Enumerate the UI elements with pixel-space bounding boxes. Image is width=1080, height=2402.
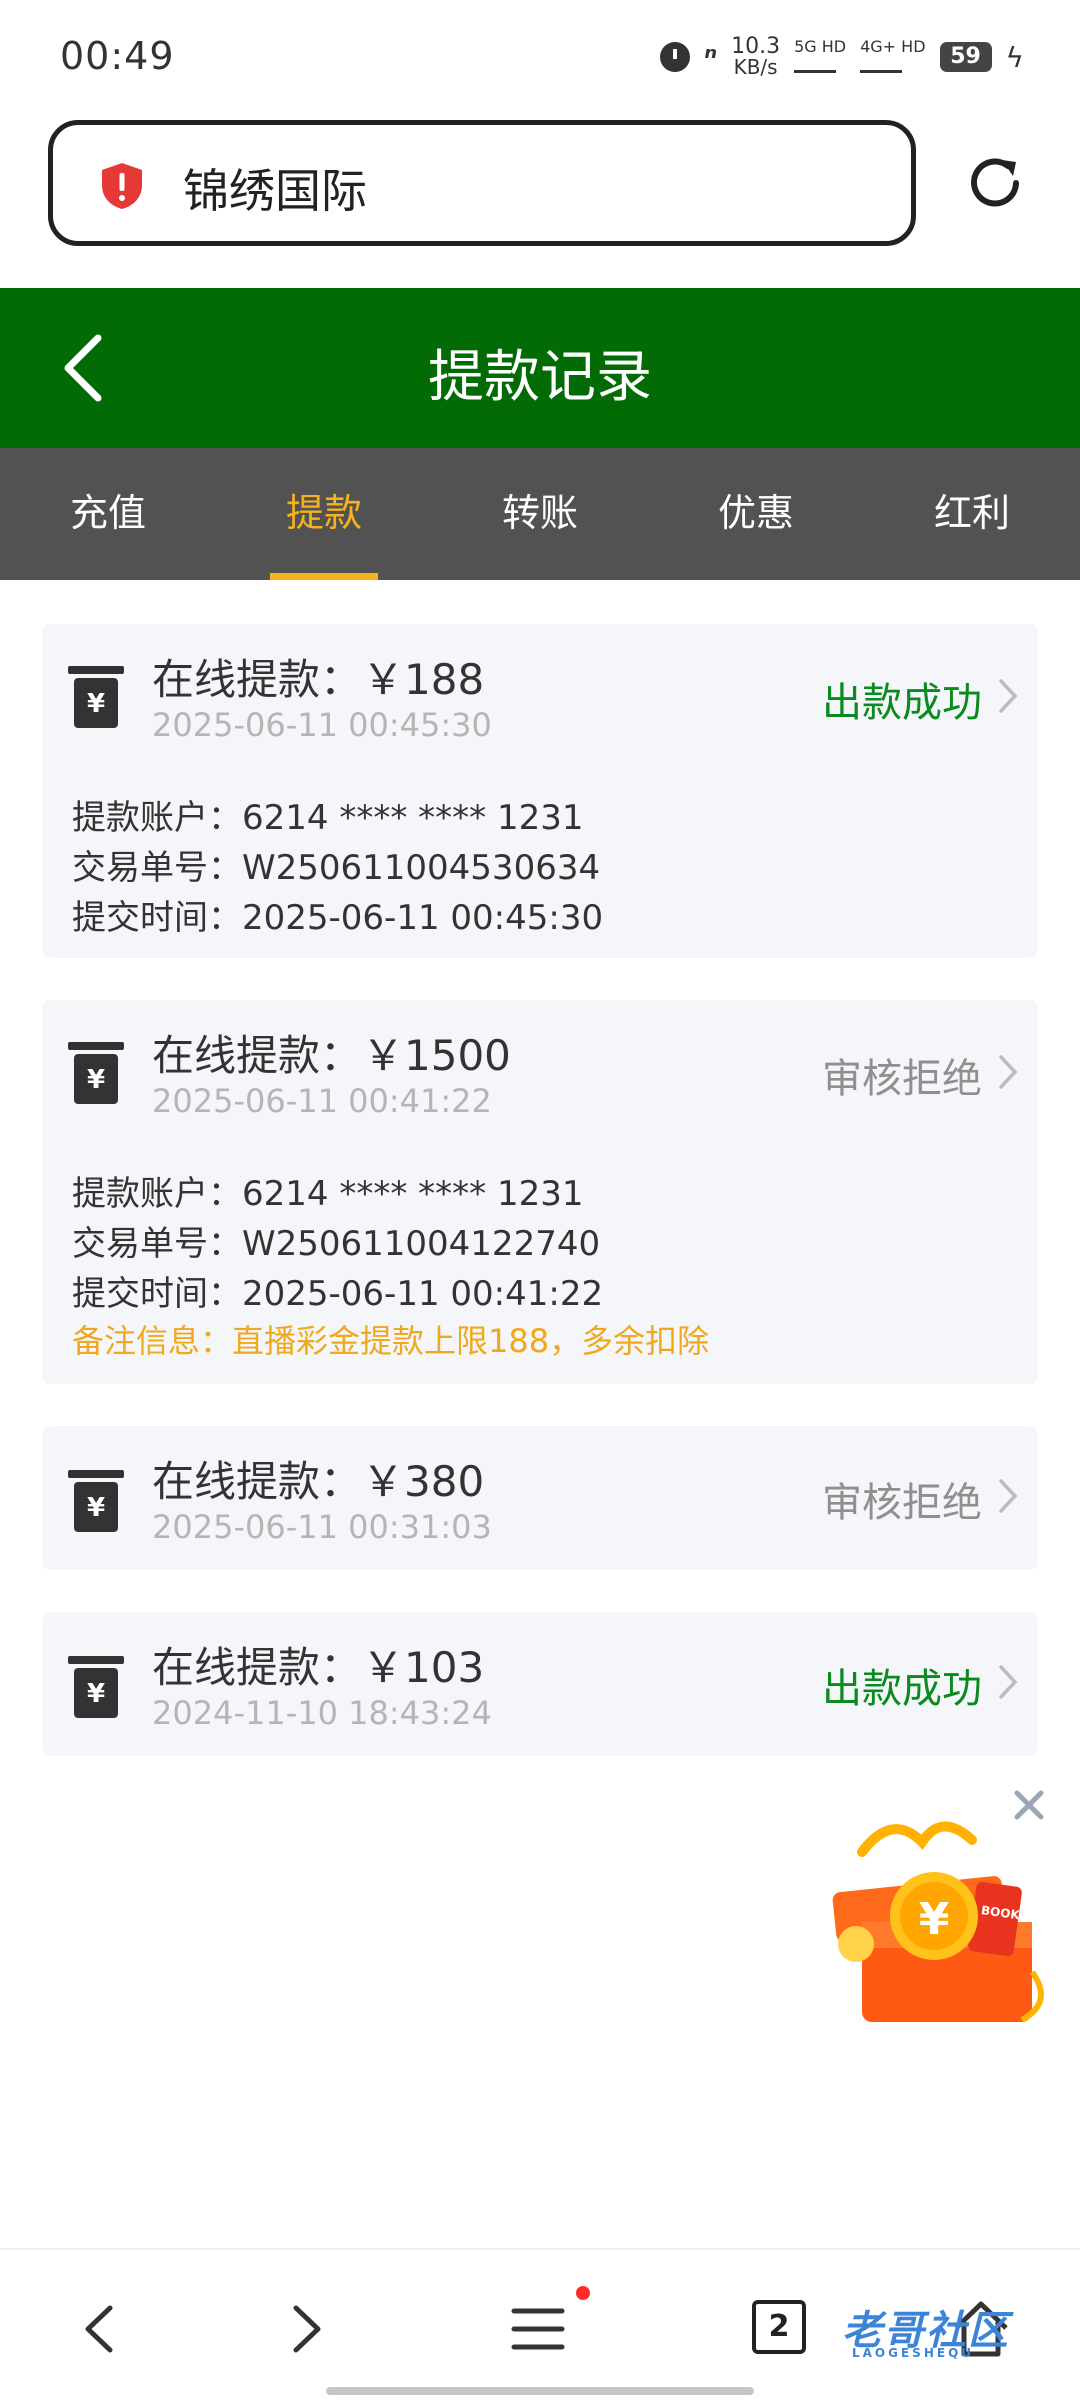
atm-withdraw-icon: ¥ — [68, 666, 124, 728]
record-date: 2025-06-11 00:31:03 — [152, 1508, 492, 1546]
page-header: 提款记录 — [0, 288, 1080, 448]
watermark-subtext: LAOGESHEQU — [852, 2346, 975, 2360]
tab-recharge[interactable]: 充值 — [0, 448, 216, 580]
back-icon[interactable] — [66, 2294, 136, 2364]
record-submit-time: 提交时间：2025-06-11 00:45:30 — [72, 898, 604, 938]
atm-withdraw-icon: ¥ — [68, 1042, 124, 1104]
atm-withdraw-icon: ¥ — [68, 1656, 124, 1718]
chevron-right-icon — [999, 1665, 1018, 1699]
svg-text:¥: ¥ — [87, 1679, 105, 1709]
tab-withdraw[interactable]: 提款 — [216, 448, 432, 580]
browser-bottom-bar: 2 老哥社区 LAOGESHEQU — [0, 2248, 1080, 2402]
record-date: 2025-06-11 00:41:22 — [152, 1082, 492, 1120]
chevron-right-icon — [999, 679, 1018, 713]
signal-bars-icon — [794, 56, 837, 73]
record-title: 在线提款：￥103 — [152, 1643, 485, 1692]
record-order-no: 交易单号：W250611004530634 — [72, 848, 601, 888]
record-status: 出款成功 — [822, 680, 982, 726]
forward-icon[interactable] — [270, 2294, 340, 2364]
withdraw-record[interactable]: ¥ 在线提款：￥1500 2025-06-11 00:41:22 审核拒绝 提款… — [42, 1000, 1038, 1384]
record-status: 审核拒绝 — [822, 1480, 982, 1526]
site-name: 锦绣国际 — [183, 164, 367, 218]
signal-5g: 5G HD — [794, 36, 847, 77]
withdraw-record[interactable]: ¥ 在线提款：￥103 2024-11-10 18:43:24 出款成功 — [42, 1612, 1038, 1756]
record-status: 出款成功 — [822, 1666, 982, 1712]
notification-dot — [576, 2286, 590, 2300]
page-title: 提款记录 — [428, 345, 652, 410]
record-title: 在线提款：￥380 — [152, 1457, 485, 1506]
battery-icon: 59 — [939, 42, 992, 72]
menu-icon[interactable] — [504, 2294, 574, 2364]
chevron-right-icon — [999, 1479, 1018, 1513]
nfc-icon: ⁿ — [704, 40, 718, 74]
signal-bars-icon — [860, 56, 903, 73]
status-time: 00:49 — [60, 34, 175, 78]
tab-bonus[interactable]: 红利 — [864, 448, 1080, 580]
watermark-logo: 老哥社区 LAOGESHEQU — [842, 2298, 1010, 2360]
signal-5g-label: 5G HD — [794, 36, 847, 56]
reload-icon[interactable] — [964, 152, 1026, 214]
svg-text:¥: ¥ — [87, 1065, 105, 1095]
signal-4g-label: 4G+ HD — [860, 36, 926, 56]
svg-text:¥: ¥ — [87, 689, 105, 719]
alarm-icon — [660, 42, 691, 72]
gift-box-promo[interactable]: BOOK ¥ — [822, 1812, 1058, 2032]
record-date: 2024-11-10 18:43:24 — [152, 1694, 492, 1732]
home-indicator[interactable] — [326, 2387, 754, 2395]
svg-text:¥: ¥ — [919, 1894, 950, 1945]
record-note: 备注信息：直播彩金提款上限188，多余扣除 — [72, 1322, 710, 1360]
withdraw-record[interactable]: ¥ 在线提款：￥380 2025-06-11 00:31:03 审核拒绝 — [42, 1426, 1038, 1570]
svg-text:¥: ¥ — [87, 1493, 105, 1523]
record-account: 提款账户：6214 **** **** 1231 — [72, 798, 584, 838]
network-speed-value: 10.3 — [731, 34, 781, 59]
security-shield-icon — [102, 163, 142, 209]
charging-icon: ϟ — [1005, 40, 1024, 74]
tab-promotions[interactable]: 优惠 — [648, 448, 864, 580]
network-speed: 10.3 KB/s — [731, 34, 781, 79]
status-bar: 00:49 ⁿ 10.3 KB/s 5G HD 4G+ HD 59 ϟ — [0, 0, 1080, 110]
tab-transfer[interactable]: 转账 — [432, 448, 648, 580]
address-bar[interactable]: 锦绣国际 — [48, 120, 916, 246]
tab-count-button[interactable]: 2 — [752, 2300, 806, 2354]
record-tabs: 充值 提款 转账 优惠 红利 — [0, 448, 1080, 580]
record-title: 在线提款：￥1500 — [152, 1031, 511, 1080]
chevron-right-icon — [999, 1055, 1018, 1089]
record-date: 2025-06-11 00:45:30 — [152, 706, 492, 744]
record-status: 审核拒绝 — [822, 1056, 982, 1102]
record-submit-time: 提交时间：2025-06-11 00:41:22 — [72, 1274, 604, 1314]
signal-4g: 4G+ HD — [860, 36, 926, 77]
record-order-no: 交易单号：W250611004122740 — [72, 1224, 601, 1264]
status-icons: ⁿ 10.3 KB/s 5G HD 4G+ HD 59 ϟ — [660, 32, 1024, 82]
network-speed-unit: KB/s — [733, 55, 778, 79]
withdraw-record[interactable]: ¥ 在线提款：￥188 2025-06-11 00:45:30 出款成功 提款账… — [42, 624, 1038, 958]
record-account: 提款账户：6214 **** **** 1231 — [72, 1174, 584, 1214]
atm-withdraw-icon: ¥ — [68, 1470, 124, 1532]
record-title: 在线提款：￥188 — [152, 655, 485, 704]
